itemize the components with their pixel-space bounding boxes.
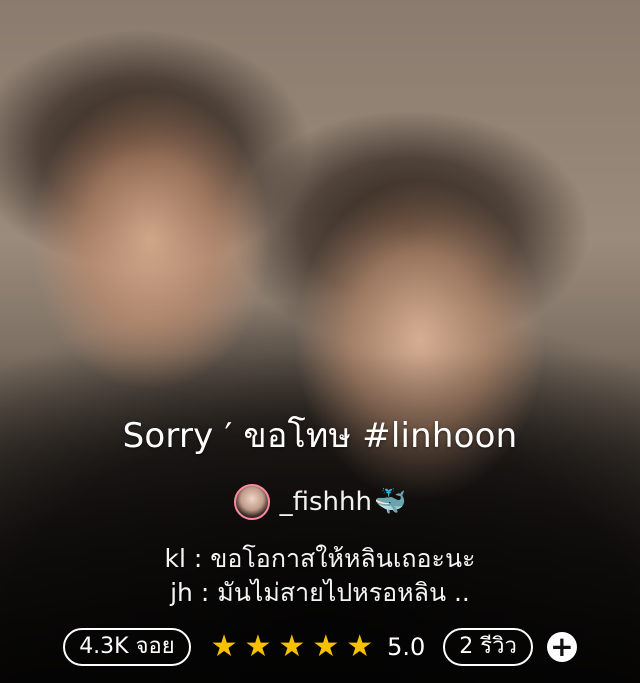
- reviews-count-button[interactable]: 2 รีวิว: [443, 628, 533, 666]
- story-title: Sorry ′ ขอโทษ #linhoon: [122, 416, 518, 456]
- author-name[interactable]: _fishhh: [280, 487, 372, 517]
- star-icon: ★: [312, 629, 340, 664]
- star-icon: ★: [346, 629, 374, 664]
- description-line-2: jh : มันไม่สายไปหรอหลิน ..: [170, 578, 470, 607]
- star-rating: ★ ★ ★ ★ ★: [211, 632, 374, 662]
- story-info: Sorry ′ ขอโทษ #linhoon _fishhh 🐳 kl : ขอ…: [0, 408, 640, 610]
- story-stats-bar: 4.3K จอย ★ ★ ★ ★ ★ 5.0 2 รีวิว +: [0, 628, 640, 666]
- story-description: kl : ขอโอกาสให้หลินเถอะนะ jh : มันไม่สาย…: [0, 542, 640, 610]
- description-line-1: kl : ขอโอกาสให้หลินเถอะนะ: [164, 544, 476, 573]
- star-icon: ★: [278, 629, 306, 664]
- reads-count-badge: 4.3K จอย: [63, 628, 191, 666]
- star-icon: ★: [244, 629, 272, 664]
- story-cover: Sorry ′ ขอโทษ #linhoon _fishhh 🐳 kl : ขอ…: [0, 0, 640, 683]
- plus-icon: +: [550, 630, 574, 663]
- rating-value: 5.0: [387, 633, 426, 661]
- star-icon: ★: [210, 629, 238, 664]
- author-row[interactable]: _fishhh 🐳: [0, 484, 640, 520]
- author-avatar[interactable]: [233, 484, 270, 520]
- whale-emoji-icon: 🐳: [373, 487, 407, 517]
- add-to-library-button[interactable]: +: [546, 630, 577, 663]
